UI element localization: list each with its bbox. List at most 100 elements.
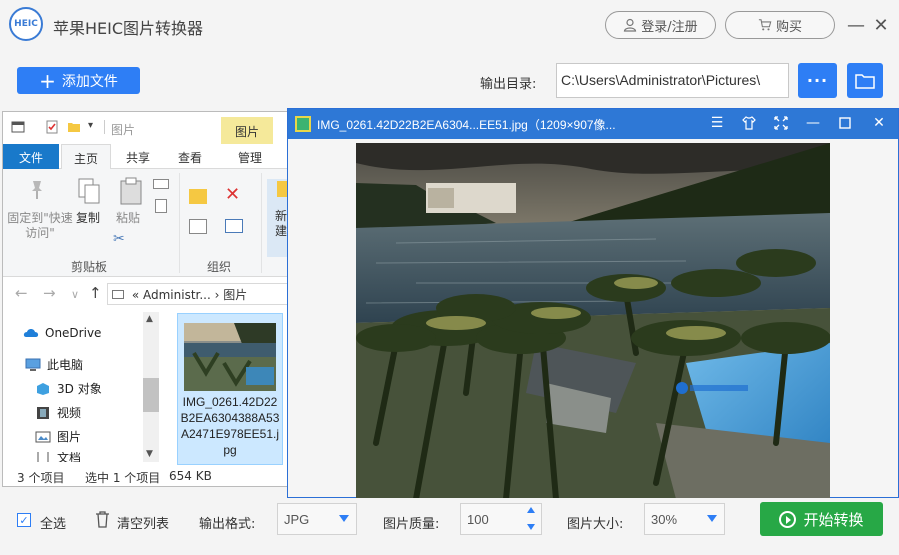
paste-button[interactable]: 粘贴 (113, 211, 143, 226)
menu-icon[interactable]: ☰ (709, 115, 725, 131)
address-folder-icon (112, 290, 124, 299)
folder-icon (855, 73, 875, 89)
tree-scrollbar[interactable]: ▲ ▼ (143, 312, 159, 462)
check-icon: ✓ (19, 513, 29, 527)
navigation-tree: OneDrive 此电脑 3D 对象 视频 图片 文档 ▲ ▼ (3, 312, 161, 462)
scroll-down-icon[interactable]: ▼ (146, 449, 153, 459)
address-crumb-2[interactable]: 图片 (223, 288, 247, 302)
picture-icon (35, 431, 51, 442)
cut-icon[interactable]: ✂ (113, 231, 125, 247)
select-all-checkbox[interactable]: ✓ (17, 513, 31, 527)
output-format-select[interactable]: JPG (277, 503, 357, 535)
pin-quick-access-button[interactable]: 固定到"快速访问" (7, 211, 73, 241)
copy-to-icon[interactable] (189, 219, 207, 234)
start-convert-button[interactable]: 开始转换 (760, 502, 883, 536)
address-overflow[interactable]: « (132, 288, 139, 302)
forward-arrow-icon[interactable]: → (43, 284, 56, 302)
more-options-button[interactable]: ··· (798, 63, 837, 98)
organize-group-label: 组织 (207, 260, 232, 274)
paste-shortcut-icon[interactable] (155, 199, 167, 213)
select-all-label[interactable]: 全选 (40, 513, 66, 532)
tree-item-videos[interactable]: 视频 (35, 404, 81, 421)
new-folder-button[interactable]: 新建 (271, 209, 287, 239)
close-button[interactable]: ✕ (870, 14, 892, 36)
properties-icon[interactable] (45, 120, 59, 134)
trash-icon[interactable] (95, 511, 110, 528)
decrement-icon[interactable] (527, 524, 535, 530)
tree-item-this-pc[interactable]: 此电脑 (25, 356, 83, 373)
film-icon (37, 406, 49, 419)
tree-scroll-thumb[interactable] (143, 378, 159, 412)
chevron-down-icon (339, 515, 349, 522)
preview-image (356, 143, 830, 499)
new-folder-icon[interactable] (67, 120, 81, 134)
tree-label: 图片 (57, 430, 82, 444)
scroll-up-icon[interactable]: ▲ (146, 314, 153, 324)
ribbon: 固定到"快速访问" 复制 粘贴 ✂ 剪贴板 ✕ 组织 新建 (3, 169, 287, 277)
image-size-value: 30% (651, 512, 678, 527)
user-icon (624, 18, 637, 32)
copy-icon (78, 178, 100, 204)
buy-button[interactable]: 购买 (725, 11, 835, 39)
output-format-label: 输出格式: (199, 517, 256, 532)
address-chevron-icon: › (214, 288, 220, 302)
tree-item-pictures[interactable]: 图片 (35, 428, 81, 445)
computer-icon (25, 358, 41, 371)
copy-button[interactable]: 复制 (73, 211, 103, 226)
tab-file[interactable]: 文件 (3, 144, 59, 169)
tree-item-onedrive[interactable]: OneDrive (23, 326, 101, 340)
status-size: 654 KB (169, 469, 212, 483)
customize-arrow-icon[interactable]: ▾ (88, 120, 102, 134)
pin-icon (32, 181, 42, 199)
recent-dropdown-icon[interactable]: ∨ (71, 288, 79, 301)
login-button[interactable]: 登录/注册 (605, 11, 716, 39)
file-thumbnail (184, 323, 276, 391)
tab-view[interactable]: 查看 (167, 144, 213, 169)
viewer-minimize-icon[interactable]: — (805, 115, 821, 131)
rename-icon[interactable] (225, 219, 243, 233)
ribbon-tabs: 文件 主页 共享 查看 管理 (3, 144, 287, 169)
quality-stepper[interactable]: 100 (460, 503, 542, 535)
close-icon: ✕ (873, 14, 889, 36)
tree-item-3d-objects[interactable]: 3D 对象 (35, 380, 102, 397)
clipboard-group-label: 剪贴板 (71, 260, 108, 274)
address-crumb-1[interactable]: Administr... (143, 288, 211, 302)
start-convert-label: 开始转换 (803, 510, 864, 529)
open-folder-button[interactable] (847, 63, 883, 98)
minimize-icon: — (847, 14, 865, 36)
tree-item-documents[interactable]: 文档 (35, 452, 81, 462)
tab-picture-tools[interactable]: 图片 (221, 117, 273, 145)
back-arrow-icon[interactable]: ← (15, 284, 28, 302)
address-bar[interactable]: « Administr... › 图片 (107, 283, 287, 305)
quality-label: 图片质量: (383, 517, 440, 532)
title-bar: HEIC 苹果HEIC图片转换器 登录/注册 购买 — ✕ (0, 0, 899, 50)
file-item-selected[interactable]: IMG_0261.42D22B2EA6304388A53A2471E978EE5… (177, 313, 283, 465)
viewer-maximize-icon[interactable] (837, 115, 853, 131)
viewer-title: IMG_0261.42D22B2EA6304...EE51.jpg（1209×9… (317, 118, 616, 132)
paste-icon (120, 177, 142, 205)
image-size-select[interactable]: 30% (644, 503, 725, 535)
app-logo: HEIC (9, 7, 43, 41)
delete-icon[interactable]: ✕ (225, 184, 240, 205)
logo-text: HEIC (14, 19, 38, 29)
add-files-button[interactable]: + 添加文件 (17, 67, 140, 94)
clear-list-button[interactable]: 清空列表 (117, 513, 169, 532)
fullscreen-icon[interactable] (773, 115, 789, 131)
move-to-icon[interactable] (189, 189, 207, 204)
shirt-icon[interactable] (741, 115, 757, 131)
tab-manage[interactable]: 管理 (225, 144, 275, 169)
app-window: HEIC 苹果HEIC图片转换器 登录/注册 购买 — ✕ + 添加文件 输出目… (0, 0, 899, 555)
minimize-button[interactable]: — (845, 14, 867, 36)
viewer-close-icon[interactable]: ✕ (871, 115, 887, 131)
tab-share[interactable]: 共享 (115, 144, 161, 169)
up-arrow-icon[interactable]: ↑ (89, 284, 102, 302)
increment-icon[interactable] (527, 507, 535, 513)
tab-home[interactable]: 主页 (61, 144, 111, 169)
copy-path-icon[interactable] (153, 179, 169, 189)
play-icon (779, 510, 797, 528)
explorer-title-bar: ▾ 图片 图片 (3, 112, 287, 145)
more-icon: ··· (806, 71, 829, 90)
viewer-title-bar: IMG_0261.42D22B2EA6304...EE51.jpg（1209×9… (288, 109, 898, 139)
add-files-label: 添加文件 (61, 73, 118, 90)
output-dir-field[interactable]: C:\Users\Administrator\Pictures\ (556, 63, 789, 98)
